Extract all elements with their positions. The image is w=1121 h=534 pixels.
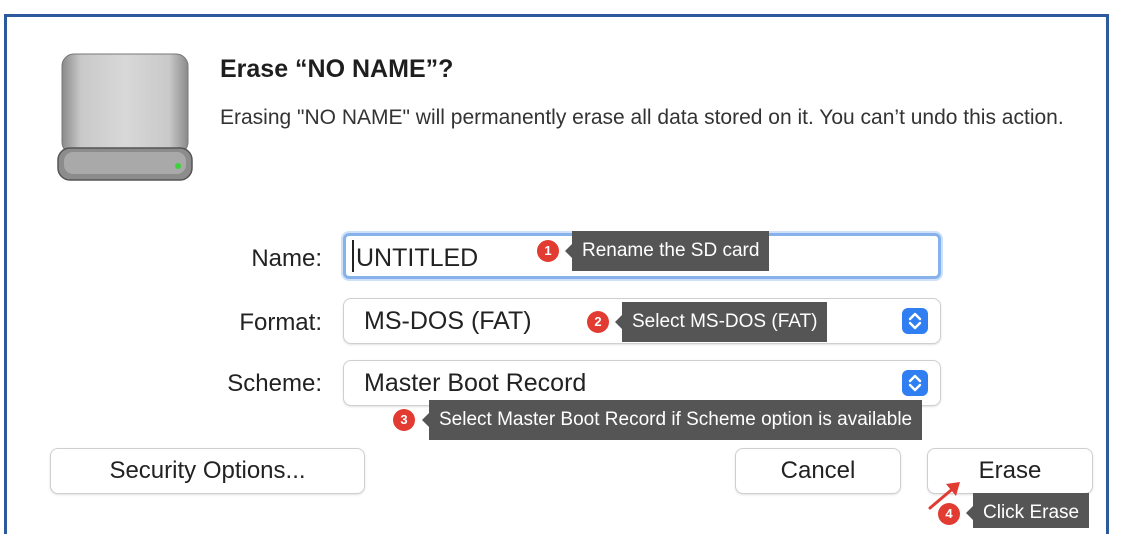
annotation-tooltip-2: Select MS-DOS (FAT) <box>614 302 828 342</box>
scheme-value: Master Boot Record <box>364 369 587 397</box>
annotation-badge-2: 2 <box>587 311 609 333</box>
dialog-message: Erasing "NO NAME" will permanently erase… <box>220 106 1064 129</box>
annotation-tooltip-3: Select Master Boot Record if Scheme opti… <box>421 400 923 440</box>
cancel-button[interactable]: Cancel <box>735 448 901 494</box>
external-drive-icon <box>57 53 193 181</box>
annotation-badge-1: 1 <box>537 240 559 262</box>
up-down-chevron-icon[interactable] <box>902 370 928 396</box>
format-value: MS-DOS (FAT) <box>364 307 532 335</box>
annotation-tooltip-4: Click Erase <box>965 493 1090 528</box>
up-down-chevron-icon[interactable] <box>902 308 928 334</box>
annotation-badge-3: 3 <box>393 409 415 431</box>
security-options-button[interactable]: Security Options... <box>50 448 365 494</box>
scheme-label: Scheme: <box>227 370 322 397</box>
annotation-tooltip-1: Rename the SD card <box>564 231 770 271</box>
format-label: Format: <box>239 309 322 336</box>
dialog-title: Erase “NO NAME”? <box>220 55 454 83</box>
annotation-badge-4: 4 <box>938 503 960 525</box>
name-label: Name: <box>251 245 322 272</box>
text-caret <box>352 240 354 272</box>
